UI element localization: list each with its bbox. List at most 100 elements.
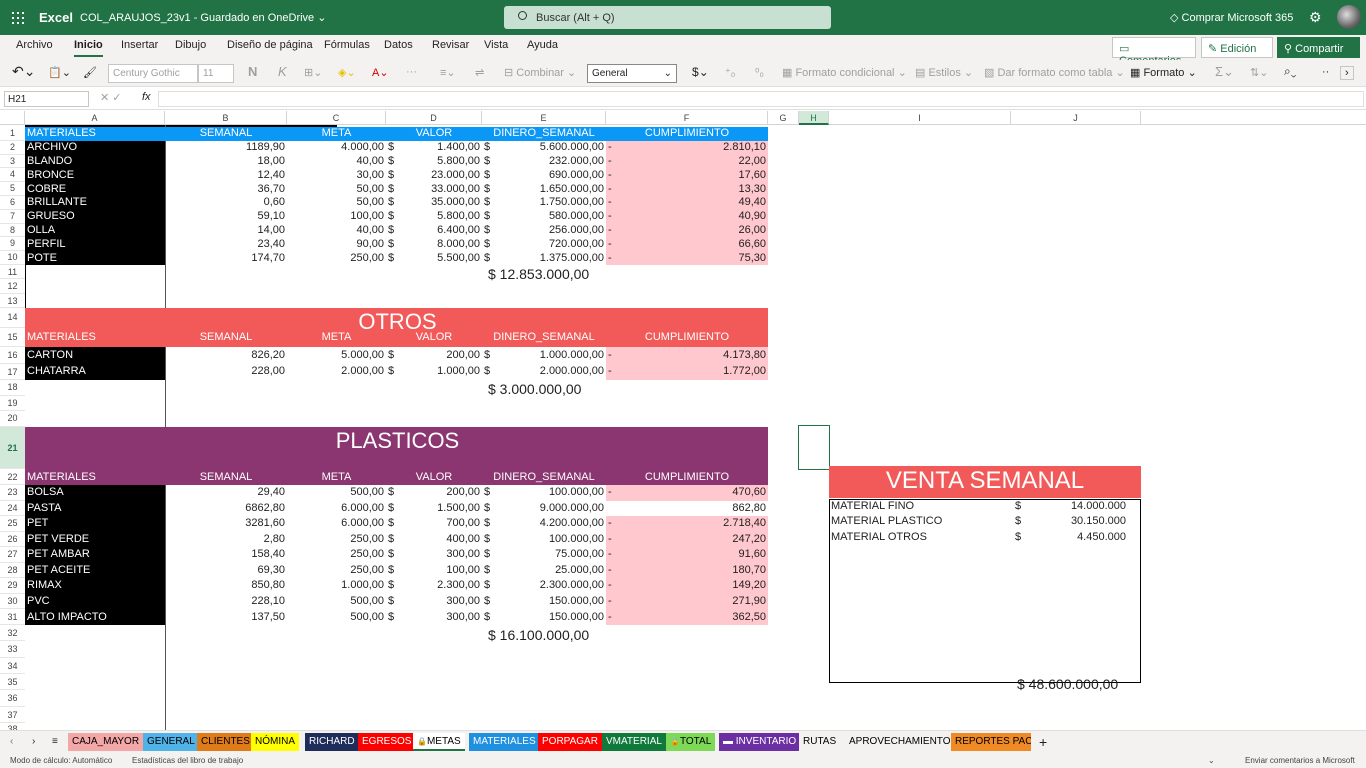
- row-header-6[interactable]: 6: [0, 196, 25, 210]
- decrease-decimal-icon[interactable]: ⁰₀: [755, 66, 764, 79]
- row-header-29[interactable]: 29: [0, 578, 25, 594]
- row-header-18[interactable]: 18: [0, 380, 25, 396]
- share-button[interactable]: ⚲ Compartir ⌄: [1277, 37, 1360, 68]
- editing-mode-button[interactable]: ✎ Edición ⌄: [1201, 37, 1273, 68]
- sheet-tab-general[interactable]: GENERAL: [143, 733, 199, 751]
- tab-diseño-de-página[interactable]: Diseño de página: [227, 39, 313, 51]
- fx-icon[interactable]: fx: [142, 91, 151, 103]
- column-header-e[interactable]: E: [482, 111, 606, 125]
- font-color-icon[interactable]: A⌄: [372, 66, 389, 79]
- sheet-tab-clientes[interactable]: CLIENTES: [197, 733, 254, 751]
- row-header-17[interactable]: 17: [0, 364, 25, 380]
- sheet-tab-n-mina[interactable]: NÓMINA: [251, 733, 299, 751]
- more-icon[interactable]: ···: [406, 66, 417, 78]
- sheet-tab-caja-mayor[interactable]: CAJA_MAYOR: [68, 733, 144, 751]
- row-header-11[interactable]: 11: [0, 265, 25, 280]
- row-header-15[interactable]: 15: [0, 328, 25, 347]
- format-button[interactable]: ▦ Formato ⌄: [1130, 66, 1197, 79]
- sheet-tab-vmaterial[interactable]: VMATERIAL: [602, 733, 666, 751]
- settings-gear-icon[interactable]: ⚙: [1309, 9, 1322, 26]
- row-header-31[interactable]: 31: [0, 609, 25, 625]
- add-sheet-icon[interactable]: +: [1035, 731, 1051, 750]
- column-header-f[interactable]: F: [606, 111, 768, 125]
- column-header-c[interactable]: C: [287, 111, 386, 125]
- fill-color-icon[interactable]: ◈⌄: [338, 66, 356, 79]
- row-header-16[interactable]: 16: [0, 347, 25, 364]
- row-header-30[interactable]: 30: [0, 594, 25, 609]
- wrap-text-icon[interactable]: ⇌: [475, 66, 484, 79]
- styles-button[interactable]: ▤ Estilos ⌄: [915, 66, 973, 79]
- bold-button[interactable]: N: [248, 64, 257, 79]
- row-header-36[interactable]: 36: [0, 690, 25, 707]
- app-launcher-icon[interactable]: [12, 12, 24, 24]
- font-size-select[interactable]: 11: [198, 64, 234, 83]
- row-header-28[interactable]: 28: [0, 563, 25, 578]
- column-header-j[interactable]: J: [1011, 111, 1141, 125]
- avatar[interactable]: [1337, 5, 1361, 29]
- row-header-10[interactable]: 10: [0, 251, 25, 265]
- row-header-34[interactable]: 34: [0, 658, 25, 674]
- tab-ayuda[interactable]: Ayuda: [527, 39, 558, 51]
- row-header-14[interactable]: 14: [0, 308, 25, 328]
- sheet-tab-aprovechamiento[interactable]: APROVECHAMIENTO: [845, 733, 955, 751]
- name-box[interactable]: H21: [4, 91, 89, 107]
- row-header-12[interactable]: 12: [0, 279, 25, 294]
- app-name[interactable]: Excel: [39, 10, 73, 25]
- formula-input[interactable]: [158, 91, 1364, 107]
- paste-icon[interactable]: 📋⌄: [48, 66, 71, 79]
- row-header-24[interactable]: 24: [0, 501, 25, 516]
- row-header-19[interactable]: 19: [0, 396, 25, 412]
- number-format-select[interactable]: General ⌄: [587, 64, 677, 83]
- row-header-9[interactable]: 9: [0, 237, 25, 252]
- cancel-check-icons[interactable]: ✕ ✓: [100, 91, 122, 104]
- more-options-icon[interactable]: ··: [1322, 66, 1329, 78]
- row-header-26[interactable]: 26: [0, 532, 25, 547]
- buy-m365-link[interactable]: ◇ Comprar Microsoft 365: [1170, 11, 1293, 24]
- undo-icon[interactable]: ↶⌄: [12, 63, 35, 80]
- row-header-32[interactable]: 32: [0, 625, 25, 642]
- feedback-link[interactable]: Enviar comentarios a Microsoft: [1245, 756, 1355, 765]
- row-header-35[interactable]: 35: [0, 674, 25, 691]
- sheet-tab-metas[interactable]: 🔒METAS: [413, 733, 465, 751]
- column-header-a[interactable]: A: [25, 111, 165, 125]
- tab-scroll-right-icon[interactable]: ›: [28, 733, 39, 751]
- document-title[interactable]: COL_ARAUJOS_23v1 - Guardado en OneDrive …: [80, 11, 326, 24]
- increase-decimal-icon[interactable]: ⁺₀: [725, 66, 735, 79]
- row-header-23[interactable]: 23: [0, 485, 25, 501]
- sort-filter-icon[interactable]: ⇅⌄: [1250, 66, 1268, 79]
- tab-fórmulas[interactable]: Fórmulas: [324, 39, 370, 51]
- sheet-tab-porpagar[interactable]: PORPAGAR: [538, 733, 602, 751]
- row-header-13[interactable]: 13: [0, 294, 25, 308]
- row-header-25[interactable]: 25: [0, 516, 25, 532]
- align-icon[interactable]: ≡⌄: [440, 66, 456, 79]
- sheet-tab-inventario[interactable]: ▬ INVENTARIO: [719, 733, 801, 751]
- search-box[interactable]: Buscar (Alt + Q): [504, 6, 831, 29]
- row-header-27[interactable]: 27: [0, 547, 25, 563]
- row-header-33[interactable]: 33: [0, 641, 25, 658]
- sheet-tab-reportes-paca[interactable]: REPORTES PACA: [951, 733, 1031, 751]
- sheet-list-icon[interactable]: ≡: [48, 733, 62, 751]
- row-header-5[interactable]: 5: [0, 182, 25, 196]
- row-header-3[interactable]: 3: [0, 155, 25, 169]
- font-name-select[interactable]: Century Gothic: [108, 64, 198, 83]
- tab-vista[interactable]: Vista: [484, 39, 508, 51]
- sheet-tab-materiales[interactable]: MATERIALES: [469, 733, 540, 751]
- row-header-22[interactable]: 22: [0, 469, 25, 485]
- chevron-down-icon[interactable]: ⌄: [1208, 756, 1215, 765]
- row-header-37[interactable]: 37: [0, 707, 25, 723]
- tab-datos[interactable]: Datos: [384, 39, 413, 51]
- row-header-4[interactable]: 4: [0, 168, 25, 183]
- currency-button[interactable]: $⌄: [692, 65, 709, 79]
- tab-revisar[interactable]: Revisar: [432, 39, 469, 51]
- sheet-tab-rutas[interactable]: RUTAS: [799, 733, 841, 751]
- row-header-2[interactable]: 2: [0, 141, 25, 155]
- autosum-icon[interactable]: Σ⌄: [1215, 64, 1234, 80]
- row-header-1[interactable]: 1: [0, 127, 25, 141]
- row-header-7[interactable]: 7: [0, 210, 25, 224]
- column-header-h[interactable]: H: [799, 111, 829, 125]
- column-header-b[interactable]: B: [165, 111, 287, 125]
- tab-scroll-left-icon[interactable]: ‹: [6, 733, 17, 751]
- tab-dibujo[interactable]: Dibujo: [175, 39, 206, 51]
- tab-archivo[interactable]: Archivo: [16, 39, 53, 51]
- row-header-20[interactable]: 20: [0, 411, 25, 427]
